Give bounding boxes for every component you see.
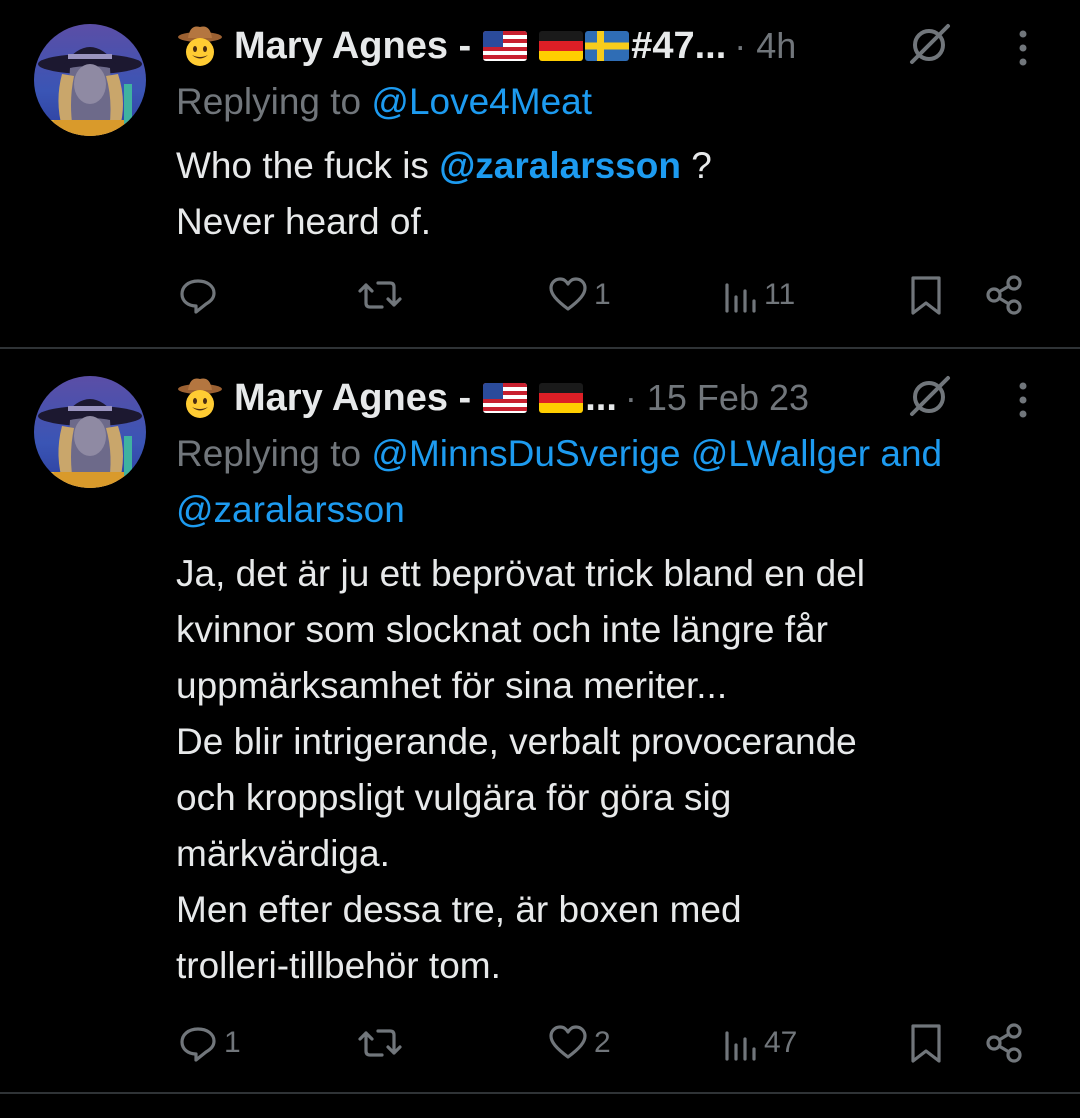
- more-icon[interactable]: [1015, 28, 1031, 68]
- views-icon: [725, 1031, 756, 1061]
- text-line: kvinnor som slocknat och inte längre får: [176, 609, 828, 650]
- text-line: De blir intrigerande, verbalt provoceran…: [176, 721, 857, 762]
- action-bar: 1 2 47: [176, 1018, 1036, 1068]
- text-line: Never heard of.: [176, 201, 432, 242]
- repost-icon: [358, 1029, 402, 1057]
- germany-flag-icon: [539, 383, 584, 413]
- text-segment: ?: [680, 145, 712, 186]
- share-icon: [986, 1023, 1022, 1063]
- like-button[interactable]: 1: [546, 270, 611, 320]
- share-button[interactable]: [984, 1018, 1024, 1068]
- name-overflow: #47...: [631, 24, 727, 67]
- text-segment: Who the fuck is: [176, 145, 440, 186]
- repost-button[interactable]: [356, 1018, 408, 1068]
- name-overflow: ...: [585, 376, 617, 419]
- reply-count: 1: [224, 1026, 241, 1059]
- tweet-text: Ja, det är ju ett beprövat trick bland e…: [176, 546, 1020, 994]
- like-icon: [549, 1025, 587, 1059]
- reply-and[interactable]: and: [870, 433, 942, 474]
- bookmark-button[interactable]: [908, 1018, 944, 1068]
- like-count: 1: [594, 278, 611, 311]
- tweet-text: Who the fuck is @zaralarsson ? Never hea…: [176, 138, 1020, 250]
- reply-prefix: Replying to: [176, 81, 372, 122]
- text-line: uppmärksamhet för sina meriter...: [176, 665, 728, 706]
- divider: [0, 1092, 1080, 1094]
- like-icon: [549, 277, 587, 311]
- more-icon[interactable]: [1015, 380, 1031, 420]
- action-bar: 1 11: [176, 270, 1036, 320]
- reply-button[interactable]: 1: [176, 1018, 241, 1068]
- share-icon: [986, 275, 1022, 315]
- like-button[interactable]: 2: [546, 1018, 611, 1068]
- text-line: märkvärdiga.: [176, 833, 390, 874]
- text-line: och kroppsligt vulgära för göra sig: [176, 777, 732, 818]
- text-line: trolleri-tillbehör tom.: [176, 945, 501, 986]
- bookmark-icon: [911, 1024, 941, 1063]
- reply-icon: [180, 279, 216, 314]
- us-flag-icon: [483, 383, 528, 413]
- mention-link[interactable]: @MinnsDuSverige: [371, 433, 680, 474]
- timestamp[interactable]: · 15 Feb 23: [625, 377, 809, 419]
- share-button[interactable]: [984, 270, 1024, 320]
- mention-link[interactable]: @zaralarsson: [176, 489, 405, 530]
- mention-link[interactable]: @Love4Meat: [371, 81, 592, 122]
- grok-icon[interactable]: [906, 374, 952, 420]
- mention-link[interactable]: @LWallger: [691, 433, 870, 474]
- germany-flag-icon: [539, 31, 584, 61]
- repost-button[interactable]: [356, 270, 408, 320]
- divider: [0, 347, 1080, 349]
- reply-context: Replying to @MinnsDuSverige @LWallger an…: [176, 426, 1050, 538]
- sweden-flag-icon: [585, 31, 630, 61]
- text-line: Ja, det är ju ett beprövat trick bland e…: [176, 553, 866, 594]
- grok-icon[interactable]: [906, 22, 952, 68]
- reply-prefix: Replying to: [176, 433, 372, 474]
- views-button[interactable]: 47: [722, 1018, 797, 1068]
- view-count: 11: [764, 278, 796, 311]
- mention-link[interactable]: @zaralarsson: [439, 145, 681, 186]
- view-count: 47: [764, 1026, 798, 1059]
- us-flag-icon: [483, 31, 528, 61]
- avatar[interactable]: [34, 376, 146, 488]
- bookmark-button[interactable]: [908, 270, 944, 320]
- text-line: Men efter dessa tre, är boxen med: [176, 889, 742, 930]
- author-name[interactable]: Mary Agnes -: [234, 377, 471, 420]
- views-icon: [725, 283, 756, 313]
- reply-icon: [180, 1027, 216, 1062]
- reply-button[interactable]: [176, 270, 224, 320]
- like-count: 2: [594, 1026, 611, 1059]
- tweet[interactable]: Mary Agnes - #47... · 4h Replying to @Lo…: [0, 0, 1080, 347]
- cowboy-hat-face-icon: [178, 26, 222, 66]
- bookmark-icon: [911, 276, 941, 315]
- views-button[interactable]: 11: [722, 270, 795, 320]
- timestamp[interactable]: · 4h: [734, 25, 796, 67]
- tweet[interactable]: Mary Agnes - ... · 15 Feb 23 Replying to…: [0, 350, 1080, 1092]
- author-name[interactable]: Mary Agnes -: [234, 25, 471, 68]
- reply-context: Replying to @Love4Meat: [176, 74, 1050, 130]
- cowboy-hat-face-icon: [178, 378, 222, 418]
- avatar[interactable]: [34, 24, 146, 136]
- repost-icon: [358, 281, 402, 309]
